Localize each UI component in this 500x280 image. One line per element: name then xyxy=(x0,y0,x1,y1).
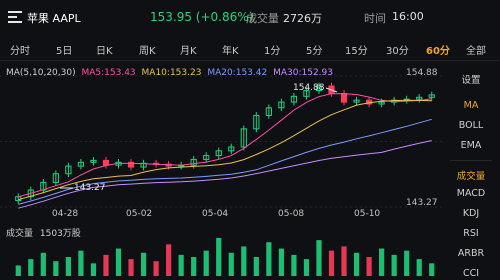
high-marker-label: 154.88 xyxy=(293,83,325,93)
volume-bar xyxy=(191,257,197,276)
volume-bar xyxy=(416,259,422,276)
volume-caption-label: 成交量 xyxy=(6,229,34,239)
volume-bar xyxy=(203,250,209,276)
volume-bar xyxy=(216,238,222,276)
side-arbr[interactable]: ARBR xyxy=(442,248,500,259)
side-ema[interactable]: EMA xyxy=(442,140,500,151)
side-rsi[interactable]: RSI xyxy=(442,228,500,239)
volume-bar xyxy=(253,257,259,276)
volume-bar xyxy=(266,242,272,276)
volume-bar xyxy=(316,240,322,276)
volume-bar xyxy=(429,263,435,276)
volume-bar xyxy=(103,254,109,276)
date-label-5: 05-10 xyxy=(354,209,381,219)
volume-bar xyxy=(303,259,310,276)
volume-bar xyxy=(328,250,335,276)
axis-high-label: 154.88 xyxy=(406,68,438,78)
volume-bar xyxy=(228,252,234,276)
volume-bar xyxy=(278,248,284,276)
axis-low-label: 143.27 xyxy=(406,198,438,208)
side-ma[interactable]: MA xyxy=(442,100,500,111)
candle-body xyxy=(340,92,348,103)
volume-bar xyxy=(90,263,97,276)
volume-bar xyxy=(391,254,397,276)
volume-bar xyxy=(291,254,297,276)
candle-body xyxy=(102,159,110,166)
volume-bar xyxy=(341,246,347,276)
volume-bar xyxy=(404,250,410,276)
volume-bar xyxy=(65,257,71,276)
indicator-panel: 设置 MA BOLL EMA 成交量 MACD KDJ RSI ARBR CCI xyxy=(442,62,500,280)
volume-bar xyxy=(140,252,147,276)
volume-bar xyxy=(153,261,159,276)
volume-caption-value: 1503万股 xyxy=(39,229,81,239)
volume-bar xyxy=(353,252,360,276)
volume-bar xyxy=(115,248,122,276)
side-cci[interactable]: CCI xyxy=(442,268,500,279)
volume-bar xyxy=(78,250,84,276)
volume-bar xyxy=(241,246,247,276)
volume-bar xyxy=(128,259,134,276)
date-label-3: 05-04 xyxy=(202,209,229,219)
side-volume[interactable]: 成交量 xyxy=(442,168,500,182)
volume-bar xyxy=(28,259,34,276)
volume-bar xyxy=(15,265,21,276)
volume-bar xyxy=(166,244,172,276)
volume-bar xyxy=(178,254,184,276)
volume-bar xyxy=(40,252,46,276)
date-label-1: 04-28 xyxy=(52,209,79,219)
side-boll[interactable]: BOLL xyxy=(442,120,500,131)
volume-caption: 成交量 1503万股 xyxy=(6,226,81,239)
side-macd[interactable]: MACD xyxy=(442,188,500,199)
low-marker-label: 143.27 xyxy=(74,183,106,193)
side-kdj[interactable]: KDJ xyxy=(442,208,500,219)
date-label-2: 05-02 xyxy=(126,209,153,219)
volume-bar xyxy=(366,257,372,276)
volume-bar xyxy=(379,248,385,276)
volume-bar xyxy=(53,261,59,276)
side-divider xyxy=(450,160,492,161)
side-settings[interactable]: 设置 xyxy=(442,72,500,86)
date-label-4: 05-08 xyxy=(278,209,305,219)
